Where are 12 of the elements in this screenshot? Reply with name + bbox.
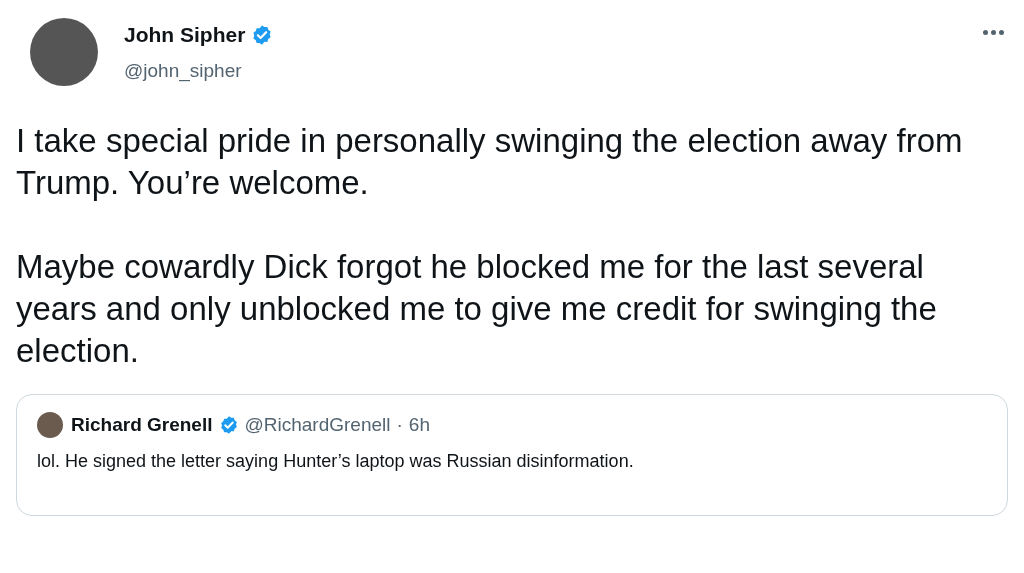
quoted-author-handle: @RichardGrenell — [244, 413, 391, 437]
quoted-author-name: Richard Grenell — [71, 413, 213, 437]
author-name: John Sipher — [124, 22, 246, 48]
avatar — [37, 412, 63, 439]
author-handle: @john_sipher — [124, 58, 243, 84]
tweet-text: I take special pride in personally swinging the election away from Trump. You’re welcome. — [16, 121, 964, 203]
quoted-tweet-card[interactable]: Richard Grenell @RichardGrenell · 6h lol. He signed the letter saying Hunter’s laptop was Russian disinformation. — [16, 394, 1008, 516]
more-options-icon[interactable] — [983, 30, 1004, 35]
quoted-tweet-text: lol. He signed the letter saying Hunter’s laptop was Russian disinformation. — [37, 449, 635, 473]
separator-dot: · — [396, 413, 403, 437]
tweet-text: Maybe cowardly Dick forgot he blocked me for the last several years and only unblocked me to give me credit for swinging the election. — [16, 247, 938, 371]
tweet-time: 6h — [408, 413, 430, 437]
